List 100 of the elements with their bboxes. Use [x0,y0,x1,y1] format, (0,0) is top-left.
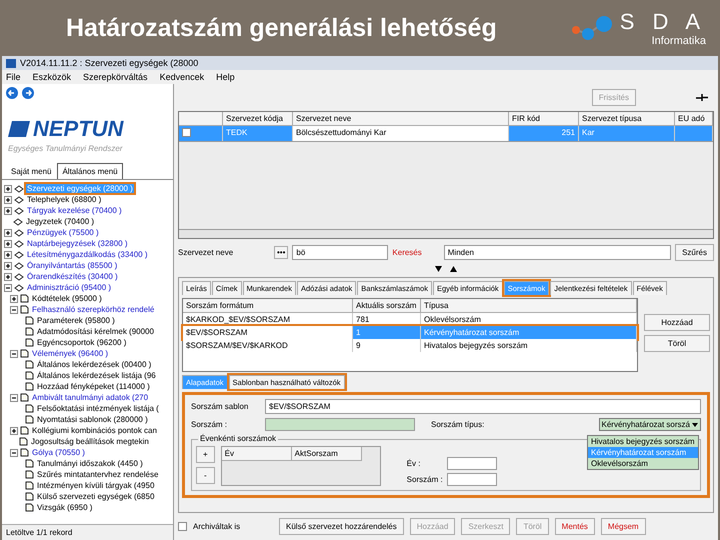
tree-item[interactable]: Adminisztráció (95400 ) [26,283,112,292]
dropdown-option[interactable]: Hivatalos bejegyzés sorszám [588,436,698,447]
horizontal-scrollbar[interactable] [179,229,713,238]
tree-item[interactable]: Külső szervezeti egységek (6850 [36,492,156,501]
tree-item[interactable]: Óranyilvántartás (85500 ) [26,261,118,270]
tree-item[interactable]: Naptárbejegyzések (32800 ) [26,239,129,248]
template-field[interactable]: $EV/$SORSZAM [265,399,701,414]
column-header[interactable]: Típusa [421,299,637,313]
tree-item[interactable]: Hozzáad fényképeket (114000 ) [36,382,151,391]
tree-item[interactable]: Intézményen kívüli tárgyak (4950 [36,481,156,490]
column-header[interactable]: EU adó [675,112,713,126]
collapse-icon[interactable] [435,266,442,272]
collapse-toggle-icon[interactable] [10,306,18,314]
filter-button[interactable]: Szűrés [675,244,714,261]
tree-item[interactable]: Vizsgák (6950 ) [36,503,94,512]
menu-item[interactable]: Szerepkörváltás [83,72,148,82]
dropdown-arrow-icon[interactable] [692,422,698,426]
table-cell: $SORSZAM/$EV/$KARKOD [183,339,353,352]
tree-item[interactable]: Jegyzetek (70400 ) [25,217,96,226]
tree-item[interactable]: Jogosultság beállítások megtekin [30,437,150,446]
row-checkbox[interactable] [182,128,191,137]
tree-item[interactable]: Gólya (70550 ) [31,448,86,457]
table-row[interactable]: $SORSZAM/$EV/$KARKOD 9 Hivatalos bejegyzés sorszám [183,339,637,352]
expand-icon[interactable] [450,266,457,272]
tree-item[interactable]: Általános lekérdezések (00400 ) [36,360,152,369]
scope-dropdown[interactable]: Minden [444,245,672,260]
column-header[interactable]: FIR kód [509,112,579,126]
tree-item[interactable]: Ambivált tanulmányi adatok (270 [31,393,150,402]
expand-toggle-icon[interactable] [4,250,12,258]
column-header[interactable]: Szervezet neve [293,112,509,126]
search-field[interactable]: bö [292,245,388,260]
tree-item[interactable]: Felsőoktatási intézmények listája ( [36,404,160,413]
menu-item[interactable]: Kedvencek [160,72,204,82]
expand-toggle-icon[interactable] [10,294,18,302]
row-selector[interactable] [179,126,223,141]
year-field[interactable] [446,457,497,470]
type-dropdown[interactable]: Kérvényhatározat sorszá [598,418,701,431]
tree-item[interactable]: Kódtételek (95000 ) [31,294,103,303]
tree-item[interactable]: Paraméterek (95800 ) [36,316,116,325]
number-field[interactable] [265,418,415,431]
tree-item[interactable]: Vélemények (96400 ) [31,349,110,358]
field-label: Sorszám : [406,475,443,484]
back-icon[interactable] [6,87,18,99]
collapse-toggle-icon[interactable] [10,448,18,456]
tree-item[interactable]: Telephelyek (68800 ) [26,195,102,204]
expand-toggle-icon[interactable] [4,272,12,280]
tree-item[interactable]: Tanulmányi időszakok (4450 ) [36,459,144,468]
brand-name: NEPTUN [33,116,124,142]
app-icon [6,58,16,68]
collapse-toggle-icon[interactable] [10,394,18,402]
menu-item[interactable]: Eszközök [32,72,72,82]
table-cell: TEDK [223,126,293,141]
collapse-toggle-icon[interactable] [4,284,12,292]
table-cell: 251 [509,126,579,141]
number-field[interactable] [446,473,497,486]
column-header[interactable]: Szervezet típusa [579,112,675,126]
expand-toggle-icon[interactable] [4,228,12,236]
tree-item[interactable]: Szűrés mintatantervhez rendelése [36,470,160,479]
browse-button[interactable]: ••• [274,246,288,259]
dropdown-option[interactable]: Oklevélsorszám [588,458,698,469]
column-header[interactable]: Szervezet kódja [223,112,293,126]
tree-item[interactable]: Nyomtatási sablonok (280000 ) [36,415,149,424]
table-row[interactable]: $EV/$SORSZAM 1 Kérvényhatározat sorszám [183,326,637,339]
footer-button[interactable]: Mentés [554,518,595,535]
column-header[interactable]: Aktuális sorszám [353,299,421,313]
footer-button[interactable]: Külső szervezet hozzárendelés [279,518,404,535]
table-cell: 9 [353,339,421,352]
search-link[interactable]: Keresés [392,248,422,257]
field-label: Sorszám sablon [191,402,250,411]
menu-item[interactable]: File [6,72,21,82]
column-header[interactable]: AktSorszam [292,447,362,461]
expand-toggle-icon[interactable] [4,262,12,270]
footer-button[interactable]: Mégsem [600,518,646,535]
add-button[interactable]: + [196,446,215,463]
action-button[interactable]: Hozzáad [644,314,710,331]
expand-toggle-icon[interactable] [10,426,18,434]
column-header[interactable]: Sorszám formátum [183,299,353,313]
tree-item[interactable]: Pénzügyek (75500 ) [26,228,100,237]
expand-toggle-icon[interactable] [4,184,12,192]
tree-item[interactable]: Egyéncsoportok (96200 ) [36,338,128,347]
column-header[interactable]: Év [222,447,292,461]
molecule-logo-icon [570,14,614,42]
tree-item[interactable]: Felhasználó szerepkörhöz rendelé [31,305,156,314]
expand-toggle-icon[interactable] [4,206,12,214]
tree-item[interactable]: Adatmódosítási kérelmek (90000 [36,327,155,336]
expand-toggle-icon[interactable] [4,240,12,248]
remove-button[interactable]: - [196,467,215,484]
tree-item[interactable]: Órarendkészítés (30400 ) [26,272,119,281]
menu-item[interactable]: Help [216,72,235,82]
archived-checkbox[interactable] [178,522,187,531]
expand-toggle-icon[interactable] [4,196,12,204]
menu-tab[interactable]: Általános menü [57,163,123,179]
table-row[interactable]: $KARKOD_$EV/$SORSZAM 781 Oklevélsorszám [183,313,637,326]
tree-item[interactable]: Tárgyak kezelése (70400 ) [26,206,123,215]
tree-item[interactable]: Általános lekérdezések listája (96 [36,371,157,380]
tree-item[interactable]: Létesítménygazdálkodás (33400 ) [26,250,149,259]
tree-item[interactable]: Kollégiumi kombinációs pontok can [31,426,158,435]
forward-icon[interactable] [22,87,34,99]
action-button[interactable]: Töröl [644,335,710,352]
collapse-toggle-icon[interactable] [10,350,18,358]
